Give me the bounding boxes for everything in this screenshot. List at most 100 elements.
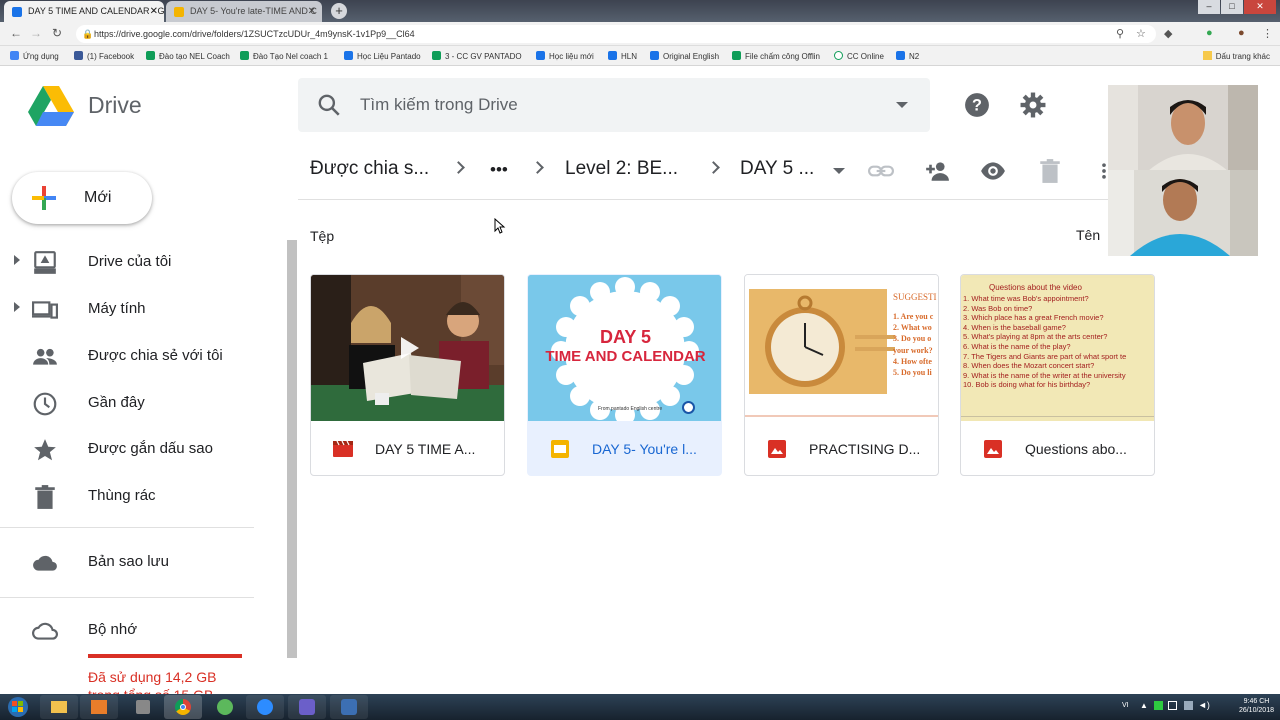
- search-box[interactable]: Tìm kiếm trong Drive: [298, 78, 930, 132]
- tray-volume-icon[interactable]: [1184, 701, 1193, 710]
- new-button[interactable]: Mới: [12, 172, 152, 224]
- profile-avatar[interactable]: ●: [1238, 27, 1245, 39]
- close-tab-icon[interactable]: ✕: [150, 1, 158, 22]
- tab-day5-slides[interactable]: DAY 5- You're late-TIME AND C ✕: [166, 1, 322, 22]
- search-input[interactable]: Tìm kiếm trong Drive: [360, 95, 518, 115]
- sidebar-divider: [0, 597, 254, 598]
- extension-g-icon[interactable]: ●: [1206, 27, 1213, 39]
- bookmarks-bar: Ứng dụng (1) Facebook Đào tạo NEL Coach …: [0, 46, 1280, 66]
- sidebar-item-storage[interactable]: Bộ nhớ: [0, 608, 254, 654]
- sort-by-name[interactable]: Tên: [1076, 227, 1100, 243]
- clock-icon: [33, 392, 57, 416]
- taskbar-media-icon[interactable]: [80, 695, 118, 719]
- search-icon[interactable]: [316, 92, 342, 118]
- bookmark-star-icon[interactable]: ☆: [1136, 27, 1146, 40]
- bookmark-item[interactable]: (1) Facebook: [74, 51, 134, 61]
- webcam-teacher-video: [1108, 85, 1258, 171]
- reload-icon[interactable]: ↻: [52, 26, 62, 40]
- tray-network-icon[interactable]: [1168, 701, 1177, 710]
- file-card-slides[interactable]: DAY 5 TIME AND CALENDAR From pantado Eng…: [527, 274, 722, 476]
- taskbar-zoom-icon[interactable]: [246, 695, 284, 719]
- search-options-icon[interactable]: [896, 102, 908, 108]
- bookmark-item[interactable]: N2: [896, 51, 919, 61]
- other-bookmarks[interactable]: Dấu trang khác: [1202, 51, 1270, 61]
- back-icon[interactable]: ←: [10, 26, 22, 40]
- maximize-icon[interactable]: □: [1221, 0, 1243, 14]
- file-card-questions[interactable]: Questions about the video 1. What time w…: [960, 274, 1155, 476]
- breadcrumb-shared[interactable]: Được chia s...: [310, 158, 429, 180]
- play-icon[interactable]: [397, 335, 421, 361]
- zoom-icon[interactable]: ⚲: [1116, 27, 1124, 40]
- bookmark-item[interactable]: File chấm công Offlin: [732, 51, 820, 61]
- svg-text:?: ?: [972, 96, 982, 114]
- shared-people-icon: [33, 348, 57, 365]
- drive-title[interactable]: Drive: [88, 92, 142, 119]
- extension-icon[interactable]: ◆: [1164, 27, 1172, 40]
- taskbar-app-icon[interactable]: [124, 695, 162, 719]
- breadcrumb-more[interactable]: •••: [490, 160, 508, 180]
- video-thumbnail: [311, 275, 504, 421]
- share-add-person-icon[interactable]: [924, 158, 950, 184]
- sidebar-item-computers[interactable]: Máy tính: [0, 287, 254, 333]
- taskbar-explorer-icon[interactable]: [40, 695, 78, 719]
- close-tab-icon[interactable]: ✕: [308, 1, 316, 22]
- drive-favicon-icon: [12, 7, 22, 17]
- file-name: DAY 5 TIME A...: [375, 441, 476, 457]
- address-bar-row: ← → ↻ 🔒 https://drive.google.com/drive/f…: [0, 22, 1280, 46]
- tab-day5-drive[interactable]: DAY 5 TIME AND CALENDAR - G ✕: [4, 1, 164, 22]
- sidebar-item-trash[interactable]: Thùng rác: [0, 474, 254, 520]
- forward-icon[interactable]: →: [30, 26, 42, 40]
- language-indicator[interactable]: VI: [1122, 702, 1129, 709]
- sidebar-scrollbar[interactable]: [287, 240, 297, 658]
- help-icon[interactable]: ?: [964, 92, 990, 118]
- preview-eye-icon[interactable]: [980, 158, 1006, 184]
- bookmark-item[interactable]: Ứng dụng: [10, 51, 59, 61]
- windows-start-icon[interactable]: [6, 696, 30, 718]
- bookmark-item[interactable]: Đào Tạo Nel coach 1: [240, 51, 328, 61]
- minimize-icon[interactable]: –: [1198, 0, 1220, 14]
- bookmark-item[interactable]: Học Liệu Pantado: [344, 51, 421, 61]
- sidebar-item-shared-with-me[interactable]: Được chia sẻ với tôi: [0, 334, 254, 380]
- bookmark-item[interactable]: Đào tạo NEL Coach: [146, 51, 230, 61]
- window-close-icon[interactable]: ✕: [1244, 0, 1276, 14]
- file-name: Questions abo...: [1025, 441, 1127, 457]
- settings-gear-icon[interactable]: [1020, 92, 1046, 118]
- file-card-video[interactable]: DAY 5 TIME A...: [310, 274, 505, 476]
- tray-app-icon[interactable]: [1154, 701, 1163, 710]
- delete-trash-icon[interactable]: [1037, 158, 1063, 184]
- bookmark-item[interactable]: CC Online: [834, 51, 884, 61]
- file-card-practising[interactable]: SUGGESTI 1. Are you c 2. What wo 3. Do y…: [744, 274, 939, 476]
- bookmark-item[interactable]: 3 - CC GV PANTADO: [432, 51, 522, 61]
- bookmark-item[interactable]: Học liệu mới: [536, 51, 594, 61]
- taskbar-green-app-icon[interactable]: [206, 695, 244, 719]
- menu-kebab-icon[interactable]: ⋮: [1262, 27, 1273, 40]
- lock-icon: 🔒: [82, 29, 94, 39]
- slides-title-line2: TIME AND CALENDAR: [545, 348, 706, 365]
- taskbar-app-icon[interactable]: [288, 695, 326, 719]
- drive-logo-icon[interactable]: [28, 86, 74, 126]
- breadcrumb-current-folder[interactable]: DAY 5 ...: [740, 158, 814, 180]
- new-tab-button[interactable]: +: [331, 3, 347, 19]
- clock[interactable]: 9:46 CH 26/10/2018: [1239, 697, 1274, 715]
- taskbar-app-icon[interactable]: [330, 695, 368, 719]
- link-icon[interactable]: [868, 158, 894, 184]
- sidebar-item-starred[interactable]: Được gắn dấu sao: [0, 427, 254, 473]
- url-field[interactable]: 🔒 https://drive.google.com/drive/folders…: [76, 25, 1156, 43]
- taskbar-chrome-icon[interactable]: [164, 695, 202, 719]
- image-file-icon: [984, 440, 1002, 458]
- bookmark-item[interactable]: Original English: [650, 51, 719, 61]
- tray-speaker-icon[interactable]: ◄): [1198, 700, 1210, 710]
- tray-arrow-icon[interactable]: ▲: [1140, 701, 1148, 710]
- folder-dropdown-icon[interactable]: [833, 168, 845, 174]
- practising-heading: SUGGESTI: [893, 292, 937, 302]
- sidebar-item-my-drive[interactable]: Drive của tôi: [0, 240, 254, 286]
- bookmark-item[interactable]: HLN: [608, 51, 637, 61]
- slides-title-line1: DAY 5: [599, 327, 652, 347]
- expand-arrow-icon[interactable]: [14, 302, 20, 312]
- sidebar-item-recent[interactable]: Gần đây: [0, 381, 254, 427]
- expand-arrow-icon[interactable]: [14, 255, 20, 265]
- sidebar-item-backups[interactable]: Bản sao lưu: [0, 540, 254, 586]
- slides-favicon-icon: [174, 7, 184, 17]
- breadcrumb-level2[interactable]: Level 2: BE...: [565, 158, 678, 180]
- sidebar-divider: [0, 527, 254, 528]
